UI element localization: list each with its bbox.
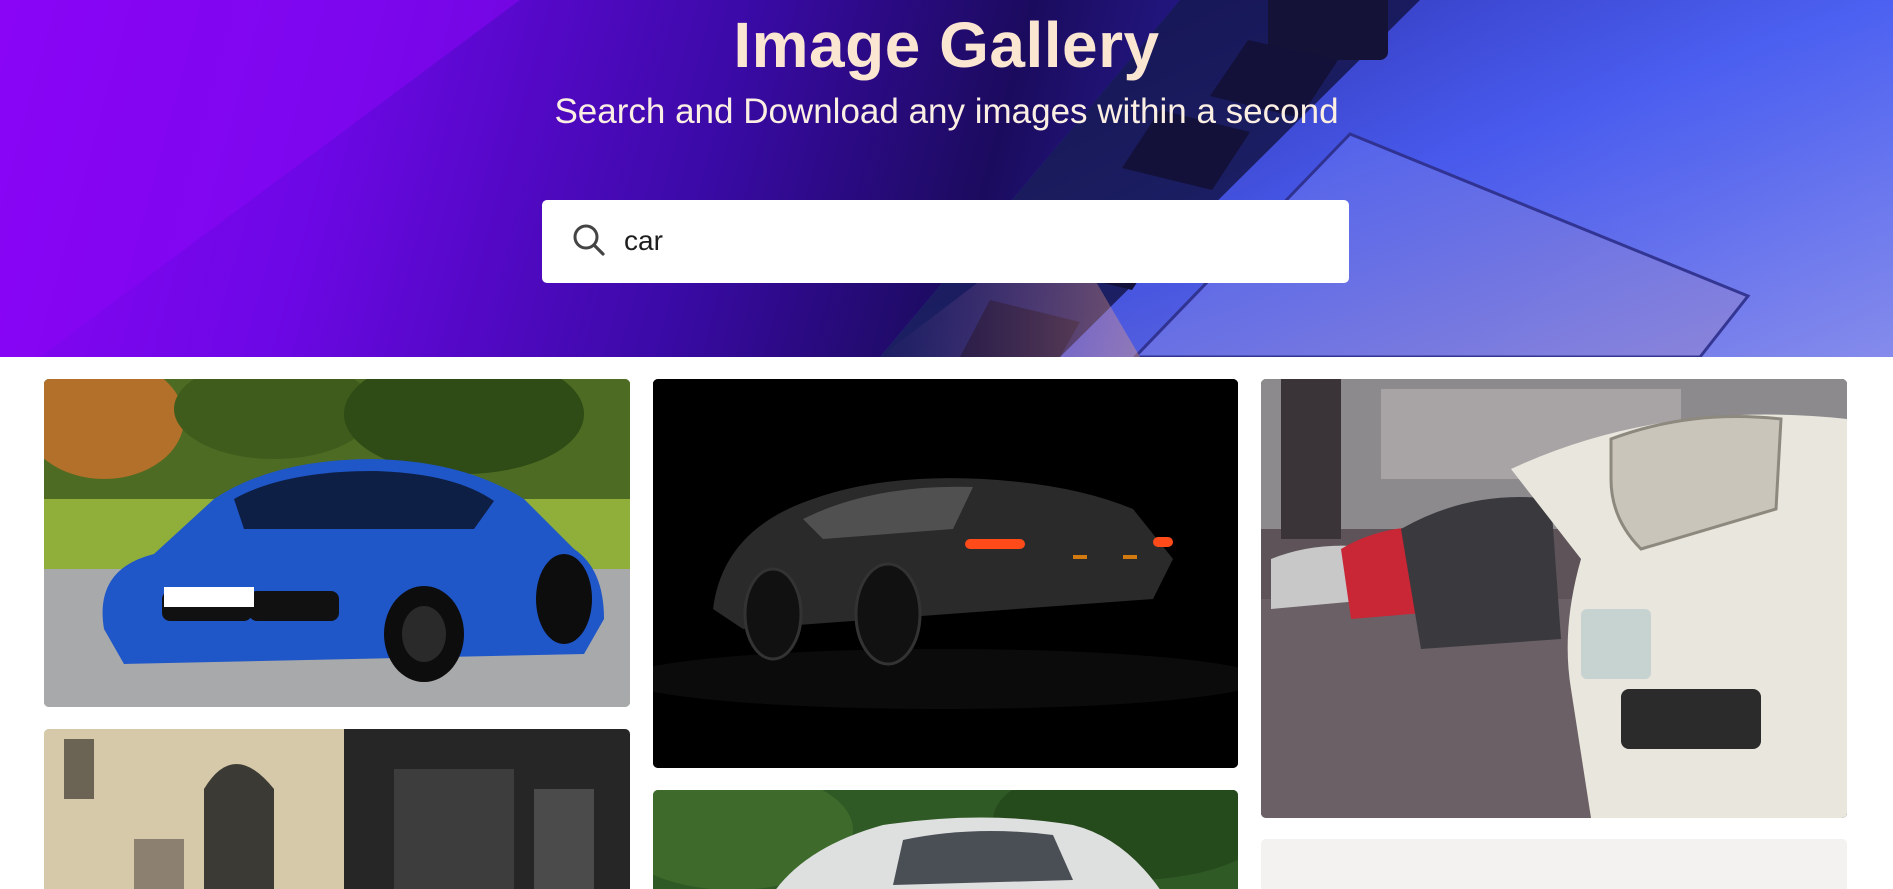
page-title: Image Gallery — [733, 9, 1160, 81]
light-image-placeholder — [1261, 839, 1847, 889]
hero-banner: Image Gallery Search and Download any im… — [0, 0, 1893, 357]
car-photo-white-car — [653, 790, 1238, 889]
gallery-image[interactable] — [653, 379, 1238, 768]
car-photo-blue-sedan — [44, 379, 630, 707]
search-input[interactable] — [624, 218, 1324, 264]
gallery-image[interactable] — [44, 729, 630, 889]
gallery-image[interactable] — [44, 379, 630, 707]
gallery-image[interactable] — [1261, 379, 1847, 818]
page-subtitle: Search and Download any images within a … — [554, 92, 1339, 131]
search-bar[interactable] — [542, 200, 1349, 283]
gallery-image[interactable] — [1261, 839, 1847, 889]
search-icon — [572, 223, 606, 257]
building-facade-photo — [44, 729, 630, 889]
gallery-image[interactable] — [653, 790, 1238, 889]
car-photo-parked-row — [1261, 379, 1847, 818]
car-photo-dark-sports-car — [653, 379, 1238, 768]
